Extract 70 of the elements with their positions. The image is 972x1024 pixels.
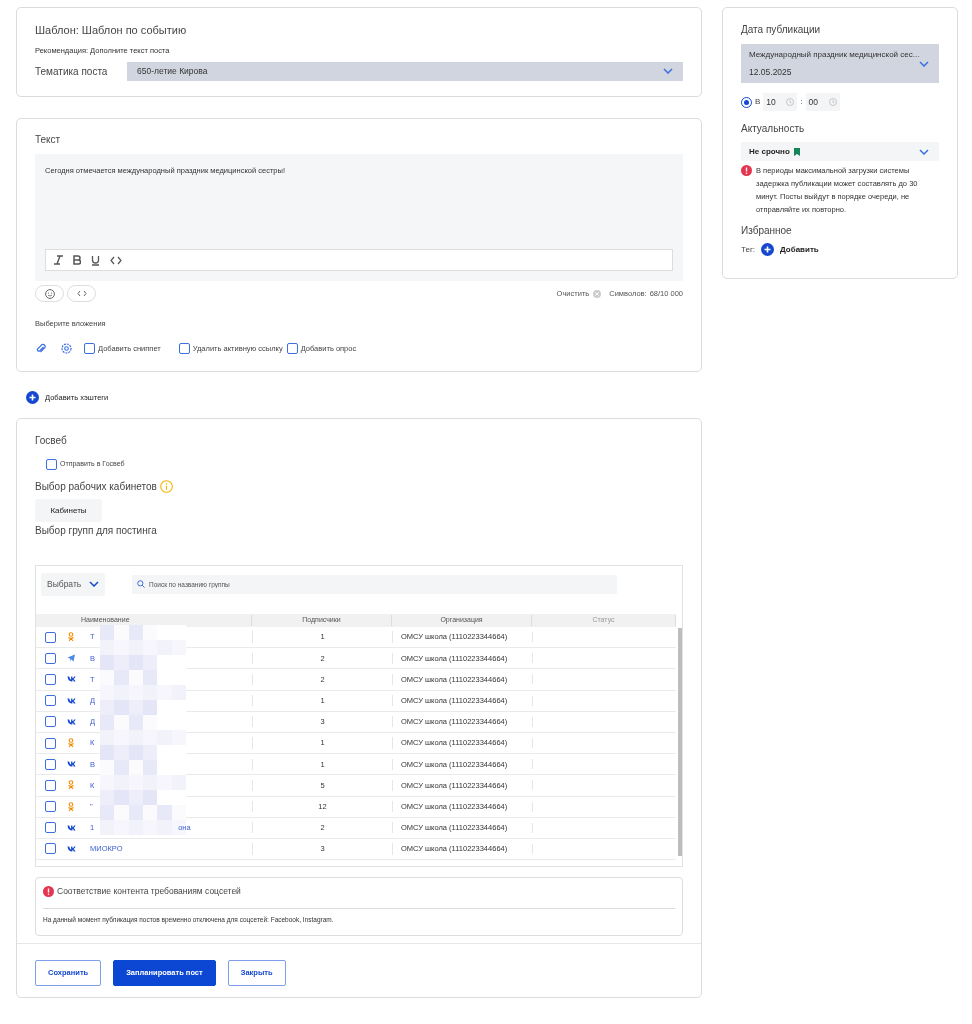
favorites-title: Избранное	[741, 224, 793, 238]
alert-icon	[741, 165, 752, 176]
bookmark-icon	[793, 147, 800, 156]
cabinets-button[interactable]: Кабинеты	[35, 499, 102, 522]
relevance-value: Не срочно	[749, 145, 790, 158]
time-field[interactable]: 10	[763, 93, 798, 111]
checkbox[interactable]	[45, 737, 56, 749]
tag-label: Тег:	[741, 243, 756, 256]
checkbox[interactable]	[45, 695, 56, 707]
add-tag-button[interactable]: Добавить	[761, 243, 819, 256]
alert-icon	[43, 885, 54, 897]
cabinets-title: Выбор рабочих кабинетов	[35, 480, 157, 494]
event-dropdown[interactable]: Международный праздник медицинской сес... 12.05.2025	[741, 44, 940, 83]
text-title: Текст	[35, 133, 62, 147]
search-icon	[137, 580, 145, 588]
checkbox[interactable]	[45, 822, 56, 834]
italic-icon	[54, 255, 63, 265]
relevance-dropdown[interactable]: Не срочно	[741, 142, 940, 161]
template-title: Шаблон: Шаблон по событию	[35, 23, 188, 38]
bold-icon	[73, 255, 81, 265]
code-icon	[76, 290, 87, 297]
checkbox[interactable]	[45, 779, 56, 791]
paperclip-icon	[35, 343, 46, 355]
publication-title: Дата публикации	[741, 23, 822, 37]
checkbox[interactable]	[286, 343, 298, 355]
settings-icon	[61, 343, 72, 355]
checkbox[interactable]	[46, 459, 57, 470]
event-date: 12.05.2025	[749, 65, 793, 79]
select-dropdown[interactable]: Выбрать	[41, 572, 105, 596]
chevron-down-icon	[663, 68, 673, 75]
checkbox[interactable]	[45, 843, 56, 855]
gosweb-title: Госвеб	[35, 434, 68, 448]
vk-logo-icon	[67, 759, 76, 770]
info-icon	[159, 480, 173, 493]
topic-dropdown[interactable]: 650-летие Кирова	[127, 61, 683, 81]
checkbox[interactable]	[45, 652, 56, 664]
topic-value: 650-летие Кирова	[137, 64, 208, 78]
code-icon	[110, 255, 122, 265]
relevance-title: Актуальность	[741, 122, 806, 136]
checkbox[interactable]	[45, 716, 56, 728]
checkbox[interactable]	[45, 631, 56, 643]
time-prefix: В	[755, 96, 761, 108]
checkbox[interactable]	[84, 343, 95, 355]
checkbox[interactable]	[45, 758, 56, 770]
clock-icon	[828, 98, 837, 106]
time-separator: :	[800, 96, 803, 108]
notice-title: Соответствие контента требованиям соцсетей	[57, 885, 241, 898]
underline-icon	[91, 254, 100, 266]
checkbox[interactable]	[45, 673, 56, 685]
person-logo-icon	[67, 632, 76, 643]
vk-logo-icon	[67, 674, 76, 685]
clear-icon	[593, 289, 602, 298]
chevron-down-icon	[89, 581, 99, 587]
checkbox[interactable]	[45, 801, 56, 813]
scrollbar[interactable]	[678, 628, 682, 856]
person-logo-icon	[67, 801, 76, 812]
chevron-down-icon	[919, 148, 930, 155]
time-field[interactable]: 00	[805, 93, 840, 111]
plus-icon	[26, 391, 39, 404]
plus-icon	[761, 243, 775, 256]
chevron-down-icon	[919, 60, 930, 67]
person-logo-icon	[67, 780, 76, 791]
smiley-icon	[44, 288, 55, 299]
checkbox[interactable]	[178, 343, 190, 355]
groups-title: Выбор групп для постинга	[35, 524, 158, 538]
person-logo-icon	[67, 738, 76, 749]
event-name: Международный праздник медицинской сес...	[749, 48, 920, 61]
topic-label: Тематика поста	[35, 64, 109, 79]
paper-plane-icon	[67, 653, 76, 664]
clock-icon	[786, 98, 795, 106]
